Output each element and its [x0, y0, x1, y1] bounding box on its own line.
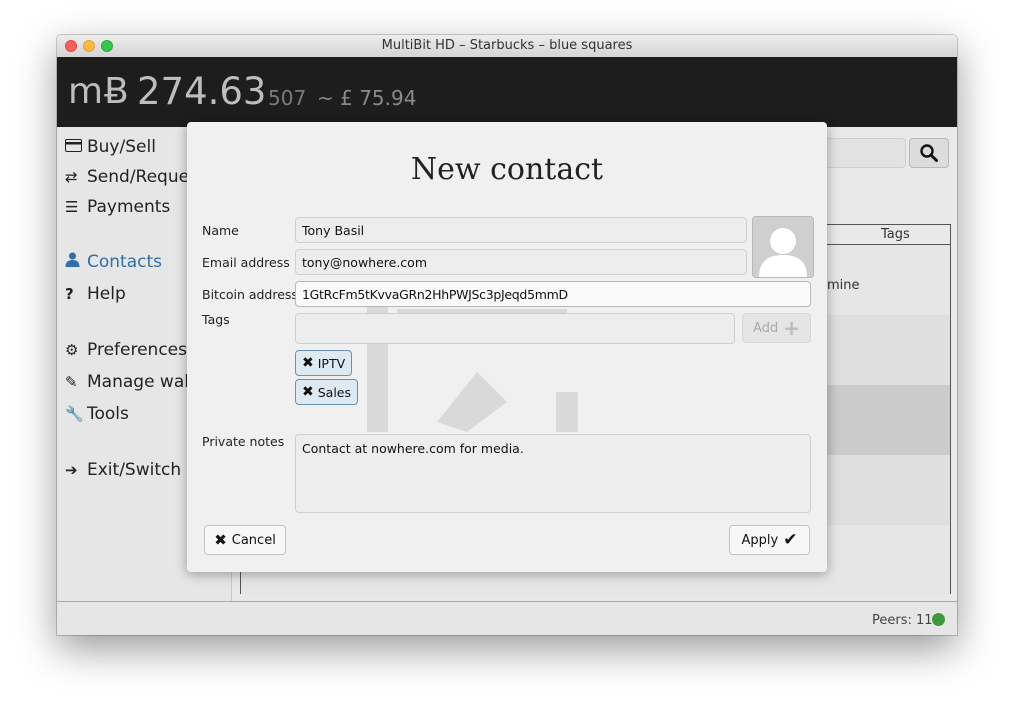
email-field[interactable]: tony@nowhere.com: [295, 249, 747, 275]
remove-tag-icon[interactable]: ✖: [302, 384, 314, 400]
peer-status-indicator: [932, 613, 945, 626]
add-tag-button[interactable]: Add +: [742, 313, 811, 343]
sidebar-item-label: Preferences: [87, 340, 187, 360]
tags-input[interactable]: [295, 313, 735, 344]
search-button[interactable]: [909, 138, 949, 168]
add-tag-label: Add: [753, 320, 779, 336]
list-icon: ☰: [65, 198, 79, 216]
balance-sub-amount: 507: [268, 86, 307, 110]
balance-amount: 274.63: [137, 70, 267, 113]
exchange-arrows-icon: ⇄: [65, 168, 78, 186]
edit-icon: ✎: [65, 373, 78, 391]
balance-fiat: ~ £ 75.94: [317, 86, 417, 110]
cancel-label: Cancel: [231, 532, 276, 548]
tag-chip-iptv[interactable]: ✖ IPTV: [295, 350, 353, 376]
close-icon: ✖: [214, 531, 227, 549]
table-cell-tags: mine: [827, 278, 860, 293]
sidebar-item-label: Exit/Switch: [87, 460, 182, 480]
sidebar-item-preferences[interactable]: ⚙ Preferences: [65, 340, 187, 360]
balance-header: mɃ 274.63 507 ~ £ 75.94: [57, 57, 957, 127]
dialog-title: New contact: [410, 152, 604, 187]
new-contact-dialog: New contact Name Tony Basil Email addres…: [187, 122, 827, 572]
wrench-icon: 🔧: [65, 405, 84, 423]
bitcoin-address-label: Bitcoin address: [202, 287, 298, 302]
apply-label: Apply: [741, 532, 779, 548]
sidebar-item-label: Send/Reque: [87, 167, 190, 187]
sidebar-item-label: Help: [87, 284, 126, 304]
remove-tag-icon[interactable]: ✖: [302, 355, 314, 371]
tag-label: IPTV: [317, 355, 346, 371]
private-notes-label: Private notes: [202, 434, 285, 449]
sidebar-item-label: Contacts: [87, 252, 162, 272]
column-header-tags[interactable]: Tags: [881, 227, 910, 242]
contact-avatar[interactable]: [752, 216, 814, 278]
window-title: MultiBit HD – Starbucks – blue squares: [381, 38, 633, 53]
tags-label: Tags: [202, 312, 230, 327]
sidebar-item-exit-switch[interactable]: ➔ Exit/Switch: [65, 460, 181, 480]
sidebar-item-contacts[interactable]: Contacts: [65, 252, 162, 272]
sidebar-item-help[interactable]: ? Help: [65, 284, 126, 304]
credit-card-icon: [65, 138, 87, 156]
sidebar-item-label: Tools: [87, 404, 129, 424]
sidebar-item-label: Manage wall: [87, 372, 194, 392]
sidebar-item-manage-wallet[interactable]: ✎ Manage wall: [65, 372, 194, 392]
tag-chip-sales[interactable]: ✖ Sales: [295, 379, 359, 405]
sidebar-item-send-request[interactable]: ⇄ Send/Reque: [65, 167, 189, 187]
email-label: Email address: [202, 255, 290, 270]
status-bar: Peers: 11: [57, 601, 957, 635]
private-notes-field[interactable]: Contact at nowhere.com for media.: [295, 434, 811, 513]
tag-label: Sales: [317, 384, 352, 400]
search-icon: [920, 144, 938, 166]
bitcoin-address-field[interactable]: 1GtRcFm5tKvvaGRn2HhPWJSc3pJeqd5mmD: [295, 281, 811, 307]
bitcoin-unit-symbol: mɃ: [68, 71, 130, 112]
checkmark-icon: ✔: [783, 530, 798, 550]
name-label: Name: [202, 223, 239, 238]
question-icon: ?: [65, 285, 74, 303]
user-icon: [65, 252, 87, 271]
gears-icon: ⚙: [65, 341, 79, 359]
plus-icon: +: [783, 316, 800, 340]
sidebar-item-tools[interactable]: 🔧 Tools: [65, 404, 129, 424]
name-field[interactable]: Tony Basil: [295, 217, 747, 243]
sidebar-item-label: Buy/Sell: [87, 137, 156, 157]
sidebar-item-buy-sell[interactable]: Buy/Sell: [65, 137, 156, 157]
peer-count: Peers: 11: [872, 613, 933, 628]
sidebar-item-payments[interactable]: ☰ Payments: [65, 197, 170, 217]
title-bar: MultiBit HD – Starbucks – blue squares: [57, 35, 957, 58]
sign-out-icon: ➔: [65, 461, 78, 479]
cancel-button[interactable]: ✖ Cancel: [204, 525, 286, 555]
apply-button[interactable]: Apply ✔: [729, 525, 810, 555]
sidebar-item-label: Payments: [87, 197, 171, 217]
